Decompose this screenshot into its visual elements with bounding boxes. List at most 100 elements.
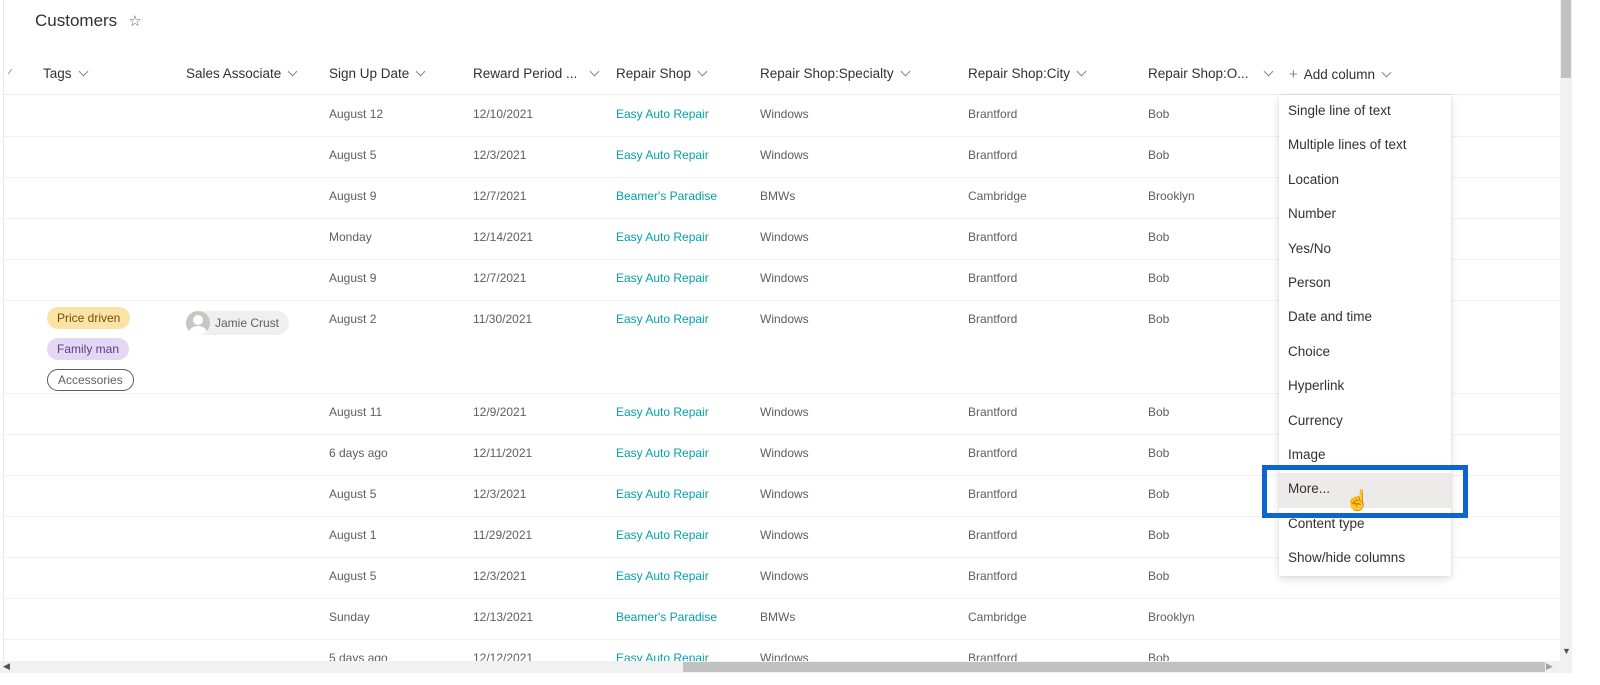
cell-reward-period: 12/3/2021 bbox=[473, 487, 527, 501]
menu-item-hyperlink[interactable]: Hyperlink bbox=[1279, 370, 1451, 404]
cell-specialty: Windows bbox=[760, 569, 809, 583]
cell-reward-period: 12/3/2021 bbox=[473, 148, 527, 162]
horizontal-scrollbar-thumb[interactable] bbox=[683, 662, 1545, 672]
cell-repair-shop-link[interactable]: Easy Auto Repair bbox=[616, 446, 709, 460]
cell-repair-shop-link[interactable]: Easy Auto Repair bbox=[616, 107, 709, 121]
cell-specialty: Windows bbox=[760, 148, 809, 162]
cell-city: Brantford bbox=[968, 230, 1018, 244]
cell-repair-shop-link[interactable]: Easy Auto Repair bbox=[616, 528, 709, 542]
cell-specialty: Windows bbox=[760, 271, 809, 285]
cell-repair-shop-link[interactable]: Easy Auto Repair bbox=[616, 312, 709, 326]
cell-city: Brantford bbox=[968, 148, 1018, 162]
column-header-tags[interactable]: Tags bbox=[43, 66, 88, 81]
cell-owner: Bob bbox=[1148, 528, 1170, 542]
cell-reward-period: 11/30/2021 bbox=[473, 312, 533, 326]
cell-city: Brantford bbox=[968, 405, 1018, 419]
column-header-sign-up-date[interactable]: Sign Up Date bbox=[329, 66, 426, 81]
menu-item-show-hide-columns[interactable]: Show/hide columns bbox=[1279, 542, 1451, 576]
cell-city: Cambridge bbox=[968, 189, 1027, 203]
cell-sign-up-date: August 1 bbox=[329, 528, 377, 542]
menu-item-single-line-of-text[interactable]: Single line of text bbox=[1279, 95, 1451, 129]
chevron-down-icon bbox=[900, 66, 911, 77]
cell-specialty: Windows bbox=[760, 487, 809, 501]
cell-owner: Bob bbox=[1148, 487, 1170, 501]
menu-item-multiple-lines-of-text[interactable]: Multiple lines of text bbox=[1279, 129, 1451, 163]
avatar bbox=[186, 311, 210, 335]
cell-specialty: Windows bbox=[760, 405, 809, 419]
column-header-reward-period[interactable]: Reward Period ... bbox=[473, 66, 600, 81]
scroll-left-arrow-icon[interactable]: ◀ bbox=[3, 661, 10, 672]
cell-repair-shop-link[interactable]: Easy Auto Repair bbox=[616, 271, 709, 285]
cell-specialty: Windows bbox=[760, 312, 809, 326]
cell-owner: Bob bbox=[1148, 569, 1170, 583]
column-header-repair-shop[interactable]: Repair Shop bbox=[616, 66, 708, 81]
cell-city: Brantford bbox=[968, 569, 1018, 583]
cell-sign-up-date: Sunday bbox=[329, 610, 370, 624]
cell-reward-period: 12/11/2021 bbox=[473, 446, 533, 460]
column-header-specialty[interactable]: Repair Shop:Specialty bbox=[760, 66, 911, 81]
cell-repair-shop-link[interactable]: Beamer's Paradise bbox=[616, 610, 717, 624]
scroll-right-arrow-icon[interactable]: ▶ bbox=[1546, 661, 1553, 672]
column-header-sales-associate[interactable]: Sales Associate bbox=[186, 66, 298, 81]
cell-city: Brantford bbox=[968, 528, 1018, 542]
column-header-label: Sales Associate bbox=[186, 66, 282, 81]
cell-reward-period: 12/7/2021 bbox=[473, 271, 527, 285]
column-header-label: Sign Up Date bbox=[329, 66, 410, 81]
menu-item-location[interactable]: Location bbox=[1279, 164, 1451, 198]
cell-city: Brantford bbox=[968, 271, 1018, 285]
menu-item-choice[interactable]: Choice bbox=[1279, 336, 1451, 370]
cell-sign-up-date: August 12 bbox=[329, 107, 384, 121]
cell-repair-shop-link[interactable]: Easy Auto Repair bbox=[616, 405, 709, 419]
cell-owner: Bob bbox=[1148, 230, 1170, 244]
cell-sign-up-date: Monday bbox=[329, 230, 372, 244]
chevron-down-icon bbox=[697, 66, 708, 77]
table-row[interactable]: Sunday 12/13/2021 Beamer's Paradise BMWs… bbox=[4, 599, 1560, 640]
cell-reward-period: 11/29/2021 bbox=[473, 528, 533, 542]
menu-item-yes-no[interactable]: Yes/No bbox=[1279, 233, 1451, 267]
column-header-city[interactable]: Repair Shop:City bbox=[968, 66, 1087, 81]
cell-sign-up-date: August 9 bbox=[329, 189, 377, 203]
cell-city: Cambridge bbox=[968, 610, 1027, 624]
page-header: Customers ☆ bbox=[35, 11, 142, 31]
chevron-down-icon bbox=[1076, 66, 1087, 77]
person-name: Jamie Crust bbox=[215, 316, 280, 330]
vertical-scrollbar[interactable]: ▼ bbox=[1560, 0, 1572, 673]
vertical-scrollbar-thumb[interactable] bbox=[1561, 0, 1571, 78]
column-header-row: Tags Sales Associate Sign Up Date Reward… bbox=[4, 55, 1560, 95]
bottom-strip bbox=[0, 673, 1600, 685]
horizontal-scrollbar[interactable]: ◀ ▶ bbox=[0, 661, 1560, 673]
column-header-label: Repair Shop bbox=[616, 66, 692, 81]
cell-owner: Bob bbox=[1148, 107, 1170, 121]
cell-repair-shop-link[interactable]: Beamer's Paradise bbox=[616, 189, 717, 203]
cell-repair-shop-link[interactable]: Easy Auto Repair bbox=[616, 569, 709, 583]
star-outline-icon[interactable]: ☆ bbox=[128, 12, 141, 30]
tag-pill[interactable]: Accessories bbox=[47, 369, 134, 391]
cell-sign-up-date: August 2 bbox=[329, 312, 377, 326]
scroll-down-arrow-icon[interactable]: ▼ bbox=[1562, 646, 1571, 656]
cell-city: Brantford bbox=[968, 107, 1018, 121]
cell-reward-period: 12/14/2021 bbox=[473, 230, 534, 244]
cell-city: Brantford bbox=[968, 487, 1018, 501]
cell-reward-period: 12/9/2021 bbox=[473, 405, 527, 419]
cell-repair-shop-link[interactable]: Easy Auto Repair bbox=[616, 487, 709, 501]
person-chip[interactable]: Jamie Crust bbox=[186, 311, 290, 335]
menu-item-date-and-time[interactable]: Date and time bbox=[1279, 301, 1451, 335]
chevron-down-icon bbox=[78, 66, 88, 77]
cell-reward-period: 12/7/2021 bbox=[473, 189, 527, 203]
tag-pill[interactable]: Price driven bbox=[47, 307, 131, 329]
menu-item-number[interactable]: Number bbox=[1279, 198, 1451, 232]
menu-item-currency[interactable]: Currency bbox=[1279, 405, 1451, 439]
menu-item-person[interactable]: Person bbox=[1279, 267, 1451, 301]
cell-repair-shop-link[interactable]: Easy Auto Repair bbox=[616, 148, 709, 162]
chevron-down-icon bbox=[1381, 67, 1392, 78]
select-all-check-icon[interactable] bbox=[7, 68, 13, 75]
add-column-label: Add column bbox=[1303, 67, 1376, 82]
column-header-owner[interactable]: Repair Shop:O... bbox=[1148, 66, 1274, 81]
chevron-down-icon bbox=[589, 66, 600, 77]
tag-pill[interactable]: Family man bbox=[47, 338, 130, 360]
cell-repair-shop-link[interactable]: Easy Auto Repair bbox=[616, 230, 709, 244]
add-column-button[interactable]: + Add column bbox=[1289, 66, 1392, 83]
cell-owner: Brooklyn bbox=[1148, 189, 1195, 203]
chevron-down-icon bbox=[287, 66, 298, 77]
cell-sign-up-date: August 5 bbox=[329, 487, 377, 501]
